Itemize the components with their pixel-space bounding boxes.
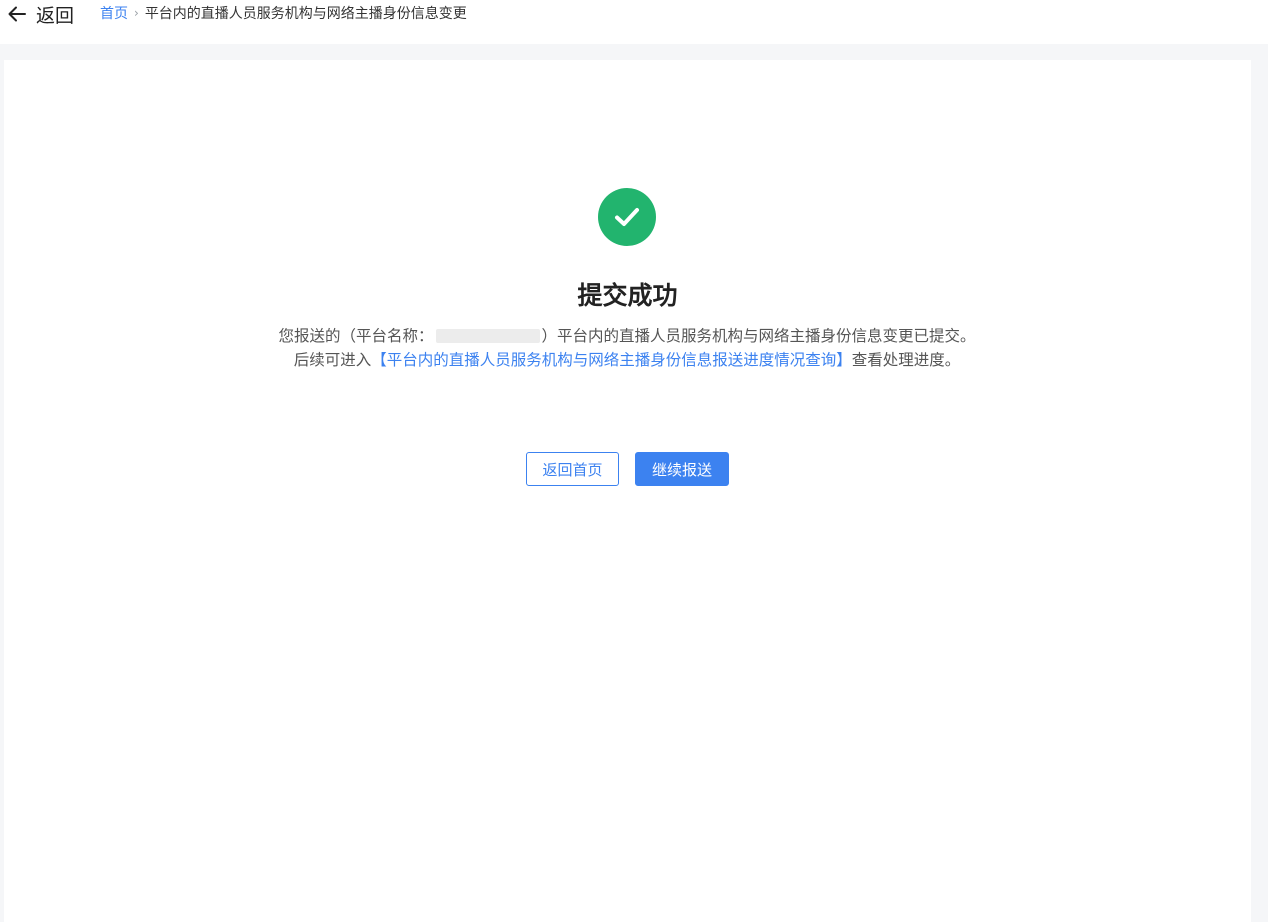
result-message: 您报送的（平台名称： ）平台内的直播人员服务机构与网络主播身份信息变更已提交。 后…: [274, 324, 980, 372]
breadcrumb-current: 平台内的直播人员服务机构与网络主播身份信息变更: [144, 6, 467, 22]
breadcrumb-separator: ›: [134, 6, 139, 20]
message-prefix: 您报送的（平台名称：: [278, 327, 434, 345]
check-circle-icon: [598, 188, 656, 246]
arrow-left-icon: [8, 6, 26, 22]
back-button[interactable]: 返回: [6, 0, 74, 28]
return-home-button[interactable]: 返回首页: [526, 452, 619, 486]
continue-submit-button[interactable]: 继续报送: [635, 452, 729, 486]
message-suffix: ）平台内的直播人员服务机构与网络主播身份信息变更已提交。: [541, 327, 976, 345]
breadcrumb-home-link[interactable]: 首页: [100, 3, 128, 23]
followup-suffix: 查看处理进度。: [851, 351, 961, 369]
followup-message: 后续可进入【平台内的直播人员服务机构与网络主播身份信息报送进度情况查询】查看处理…: [274, 348, 980, 372]
progress-query-link[interactable]: 【平台内的直播人员服务机构与网络主播身份信息报送进度情况查询】: [371, 351, 852, 369]
top-bar: 返回 首页 › 平台内的直播人员服务机构与网络主播身份信息变更: [0, 0, 1268, 44]
breadcrumb: 首页 › 平台内的直播人员服务机构与网络主播身份信息变更: [100, 0, 467, 26]
submission-message: 您报送的（平台名称： ）平台内的直播人员服务机构与网络主播身份信息变更已提交。: [274, 324, 980, 348]
back-label: 返回: [36, 4, 75, 27]
followup-prefix: 后续可进入: [293, 351, 372, 369]
redacted-platform-name: [435, 329, 540, 343]
result-title: 提交成功: [577, 281, 678, 310]
result-card: 提交成功 您报送的（平台名称： ）平台内的直播人员服务机构与网络主播身份信息变更已…: [4, 60, 1251, 922]
